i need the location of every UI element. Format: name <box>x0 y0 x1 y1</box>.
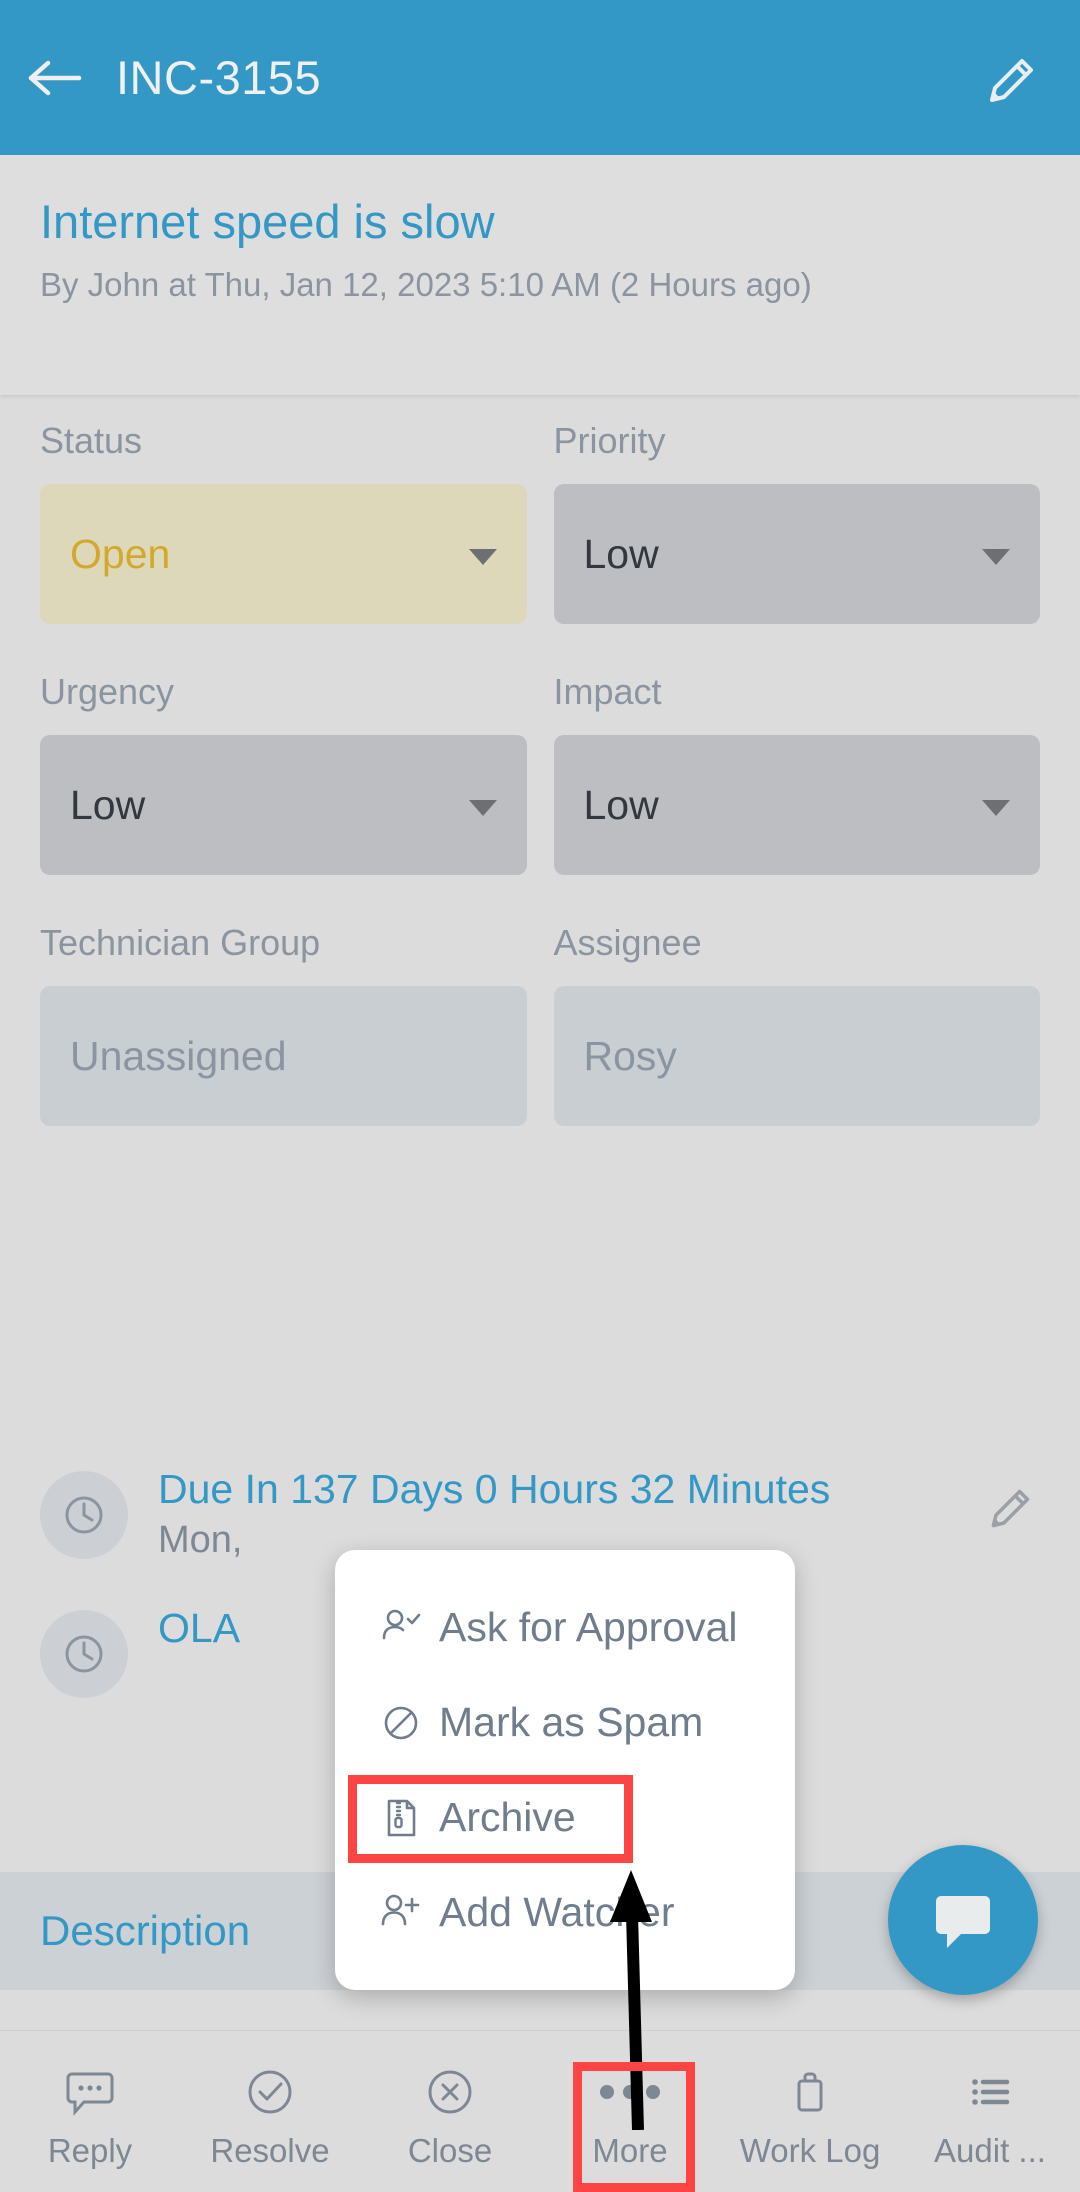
nav-item-more[interactable]: More <box>540 2031 720 2192</box>
ticket-fields: Status Open Priority Low Urgency Low Imp… <box>0 420 1080 1173</box>
menu-item-label: Archive <box>439 1794 576 1840</box>
edit-due-date-button[interactable] <box>980 1479 1040 1539</box>
check-circle-icon <box>242 2064 298 2120</box>
x-circle-icon <box>422 2064 478 2120</box>
ticket-summary-card: Internet speed is slow By John at Thu, J… <box>0 155 1080 395</box>
ticket-byline: By John at Thu, Jan 12, 2023 5:10 AM (2 … <box>40 266 812 304</box>
comment-dots-icon <box>62 2064 118 2120</box>
chat-fab-button[interactable] <box>888 1845 1038 1995</box>
sla-due-main: Due In 137 Days 0 Hours 32 Minutes <box>158 1466 831 1512</box>
chevron-down-icon <box>468 800 497 816</box>
impact-dropdown[interactable]: Low <box>553 735 1040 875</box>
pencil-icon <box>990 59 1033 102</box>
tab-description[interactable]: Description <box>40 1907 250 1955</box>
nav-label: Reply <box>47 2131 133 2169</box>
pencil-icon <box>991 1489 1030 1528</box>
field-label-technician-group: Technician Group <box>40 922 321 963</box>
field-label-impact: Impact <box>553 671 662 712</box>
nav-label: More <box>592 2131 668 2169</box>
more-actions-popup: Ask for Approval Mark as Spam Archive Ad… <box>335 1550 795 1990</box>
sla-due-text: Due In 137 Days 0 Hours 32 Minutes Mon, <box>158 1465 980 1562</box>
arrow-left-icon <box>28 60 82 95</box>
assignee-value: Rosy <box>583 1032 677 1079</box>
nav-label: Close <box>407 2131 493 2169</box>
field-label-urgency: Urgency <box>40 671 175 712</box>
nav-item-resolve[interactable]: Resolve <box>180 2031 360 2192</box>
menu-item-archive[interactable]: Archive <box>335 1770 795 1865</box>
urgency-dropdown[interactable]: Low <box>40 735 527 875</box>
ticket-subject: Internet speed is slow <box>40 195 495 248</box>
field-label-priority: Priority <box>553 420 666 461</box>
nav-label: Resolve <box>210 2131 330 2169</box>
app-screen: INC-3155 Internet speed is slow By John … <box>0 0 1080 2192</box>
ellipsis-icon <box>600 2064 660 2120</box>
chevron-down-icon <box>468 549 497 565</box>
field-assignee: Assignee Rosy <box>553 922 1040 1126</box>
technician-group-field[interactable]: Unassigned <box>40 986 527 1126</box>
clock-icon <box>40 1471 128 1559</box>
status-dropdown[interactable]: Open <box>40 484 527 624</box>
field-status: Status Open <box>40 420 527 624</box>
ban-icon <box>377 1699 425 1747</box>
impact-value: Low <box>583 781 659 828</box>
nav-item-work-log[interactable]: Work Log <box>720 2031 900 2192</box>
sla-row-due: Due In 137 Days 0 Hours 32 Minutes Mon, <box>0 1465 1080 1562</box>
page-title: INC-3155 <box>116 51 322 104</box>
field-label-assignee: Assignee <box>553 922 702 963</box>
field-urgency: Urgency Low <box>40 671 527 875</box>
field-row: Status Open Priority Low <box>0 420 1080 624</box>
list-icon <box>962 2064 1018 2120</box>
nav-item-close[interactable]: Close <box>360 2031 540 2192</box>
chevron-down-icon <box>982 549 1010 565</box>
clock-glyph <box>65 1635 103 1673</box>
assignee-field[interactable]: Rosy <box>553 986 1040 1126</box>
status-value: Open <box>70 530 171 577</box>
field-priority: Priority Low <box>553 420 1040 624</box>
menu-item-label: Ask for Approval <box>439 1604 738 1650</box>
field-label-status: Status <box>40 420 143 461</box>
urgency-value: Low <box>70 781 146 828</box>
person-plus-icon <box>377 1889 425 1937</box>
field-technician-group: Technician Group Unassigned <box>40 922 527 1126</box>
menu-item-label: Mark as Spam <box>439 1699 704 1745</box>
clock-glyph <box>65 1496 103 1534</box>
menu-item-ask-for-approval[interactable]: Ask for Approval <box>335 1580 795 1675</box>
nav-item-audit[interactable]: Audit ... <box>900 2031 1080 2192</box>
bottom-nav-bar: Reply Resolve Close More Work Log Audit … <box>0 2030 1080 2192</box>
back-button[interactable] <box>0 0 110 155</box>
chat-bubble-icon <box>936 1896 990 1948</box>
person-check-icon <box>377 1604 425 1652</box>
field-row: Urgency Low Impact Low <box>0 671 1080 875</box>
technician-group-value: Unassigned <box>70 1032 287 1079</box>
app-bar: INC-3155 <box>0 0 1080 155</box>
priority-value: Low <box>583 530 659 577</box>
clock-icon <box>40 1610 128 1699</box>
nav-label: Work Log <box>739 2131 881 2169</box>
field-impact: Impact Low <box>553 671 1040 875</box>
field-row: Technician Group Unassigned Assignee Ros… <box>0 922 1080 1126</box>
chevron-down-icon <box>982 800 1010 816</box>
zip-file-icon <box>377 1794 425 1842</box>
nav-label: Audit ... <box>934 2131 1046 2169</box>
menu-item-label: Add Watcher <box>439 1889 675 1935</box>
menu-item-mark-as-spam[interactable]: Mark as Spam <box>335 1675 795 1770</box>
nav-item-reply[interactable]: Reply <box>0 2031 180 2192</box>
priority-dropdown[interactable]: Low <box>553 484 1040 624</box>
briefcase-icon <box>782 2064 838 2120</box>
edit-ticket-button[interactable] <box>976 50 1046 112</box>
menu-item-add-watcher[interactable]: Add Watcher <box>335 1865 795 1960</box>
